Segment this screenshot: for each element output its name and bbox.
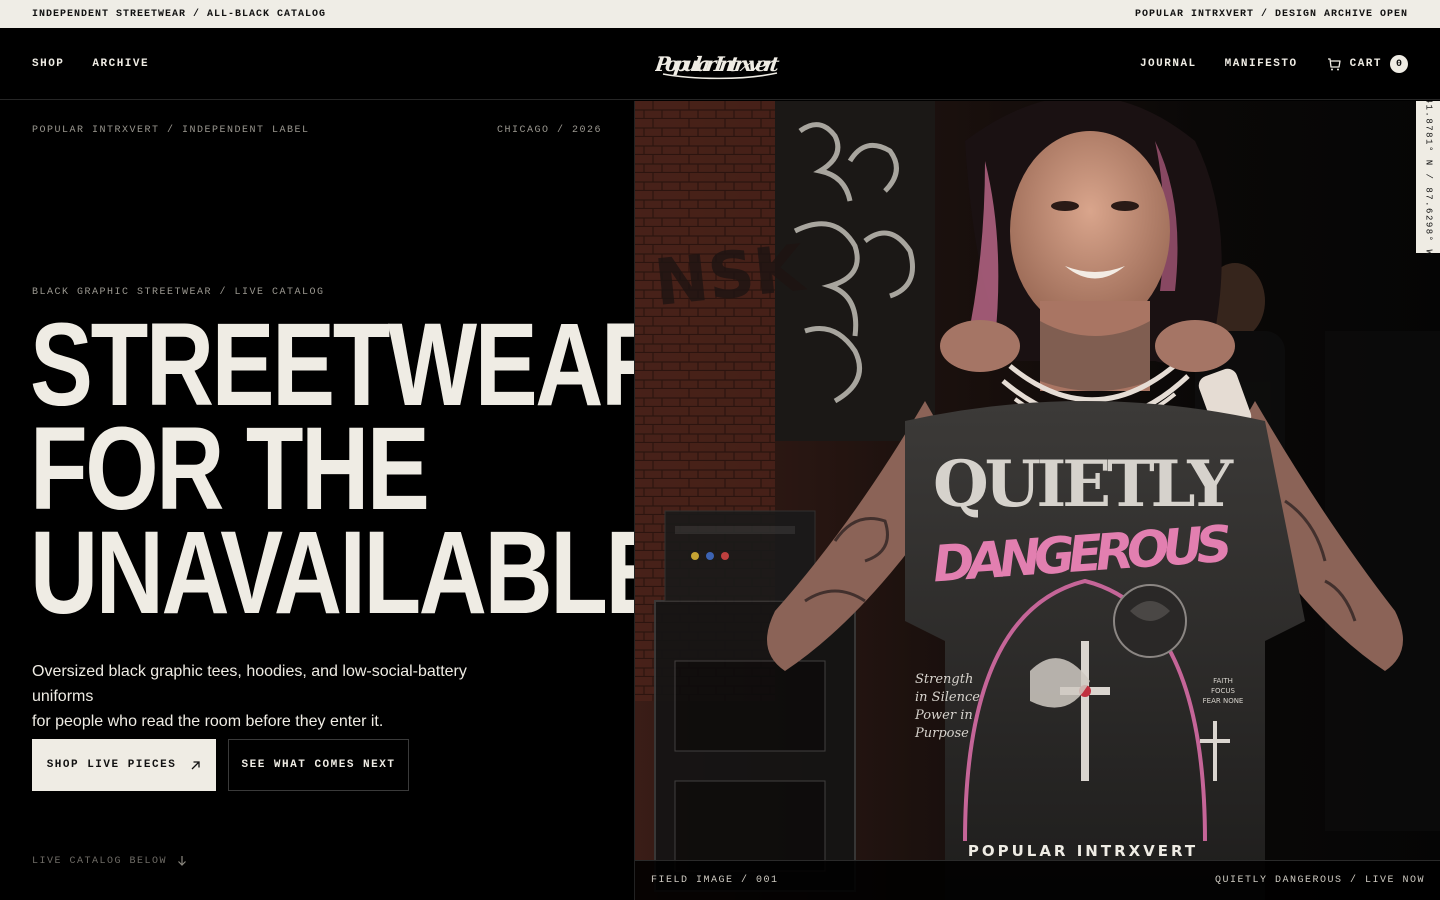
scroll-cue-link[interactable]: LIVE CATALOG BELOW (32, 855, 187, 867)
coordinates-tab: 41.8781° N / 87.6298° W (1416, 101, 1440, 257)
scroll-cue-label: LIVE CATALOG BELOW (32, 855, 168, 867)
caption-left: FIELD IMAGE / 001 (651, 875, 779, 886)
tee-right-line-3: FEAR NONE (1203, 697, 1244, 705)
cart-count-badge: 0 (1390, 55, 1408, 73)
tee-brand-print: POPULAR INTRXVERT (968, 842, 1198, 860)
tee-print-quietly: QUIETLY (933, 447, 1234, 522)
announcement-right: POPULAR INTRXVERT / DESIGN ARCHIVE OPEN (1134, 8, 1408, 20)
hero-meta-location: CHICAGO / 2026 (496, 125, 602, 136)
main-nav: SHOP ARCHIVE Popular Intrxvert JOURNAL M… (0, 28, 1440, 100)
hero-meta-row: POPULAR INTRXVERT / INDEPENDENT LABEL CH… (32, 125, 602, 136)
arrow-up-right-icon (191, 760, 200, 769)
nav-link-manifesto[interactable]: MANIFESTO (1225, 58, 1298, 70)
nav-link-journal[interactable]: JOURNAL (1140, 58, 1197, 70)
hero-subtext: Oversized black graphic tees, hoodies, a… (32, 659, 532, 734)
hero-photo-panel: NSK QUIETLY DANGEROUS Strength in Silenc… (634, 101, 1440, 900)
svg-text:Popular Intrxvert: Popular Intrxvert (655, 52, 782, 76)
hero-eyebrow: BLACK GRAPHIC STREETWEAR / LIVE CATALOG (32, 287, 325, 298)
brand-logo-mark: Popular Intrxvert (655, 52, 782, 80)
hero-headline: STREETWEAR FOR THE UNAVAILABLE. (30, 299, 692, 639)
cart-label: CART (1349, 58, 1382, 70)
tee-right-line-2: FOCUS (1211, 687, 1236, 695)
nav-link-shop[interactable]: SHOP (32, 58, 64, 70)
shop-live-pieces-label: SHOP LIVE PIECES (46, 759, 177, 771)
hero-subtext-line-2: for people who read the room before they… (32, 713, 384, 730)
see-what-comes-next-label: SEE WHAT COMES NEXT (241, 759, 396, 771)
caption-right: QUIETLY DANGEROUS / LIVE NOW (1214, 875, 1425, 886)
cart-button[interactable]: CART 0 (1326, 55, 1408, 73)
cart-icon (1327, 58, 1341, 71)
tee-right-line-1: FAITH (1213, 677, 1233, 685)
headline-line-3: UNAVAILABLE. (30, 507, 692, 639)
coordinates-text: 41.8781° N / 87.6298° W (1423, 101, 1434, 257)
nav-right-group: JOURNAL MANIFESTO CART 0 (1140, 28, 1408, 100)
tee-left-line-1: Strength (915, 672, 973, 687)
hero-meta-label: POPULAR INTRXVERT / INDEPENDENT LABEL (32, 125, 310, 136)
nav-left-group: SHOP ARCHIVE (32, 28, 149, 100)
nav-link-archive[interactable]: ARCHIVE (92, 58, 149, 70)
see-what-comes-next-button[interactable]: SEE WHAT COMES NEXT (228, 739, 409, 791)
shop-live-pieces-button[interactable]: SHOP LIVE PIECES (32, 739, 216, 791)
headline-line-2: FOR THE (30, 403, 430, 535)
brand-logo[interactable]: Popular Intrxvert (620, 28, 820, 100)
tee-left-line-3: Power in (914, 708, 973, 723)
photo-caption-bar: FIELD IMAGE / 001 QUIETLY DANGEROUS / LI… (635, 860, 1440, 900)
arrow-down-icon (178, 856, 186, 866)
tee-left-line-4: Purpose (914, 726, 969, 741)
headline-line-1: STREETWEAR (30, 299, 669, 431)
hero-subtext-line-1: Oversized black graphic tees, hoodies, a… (32, 663, 467, 705)
field-photo: NSK QUIETLY DANGEROUS Strength in Silenc… (635, 101, 1440, 900)
graffiti-tag: NSK (651, 232, 810, 321)
announcement-left: INDEPENDENT STREETWEAR / ALL-BLACK CATAL… (32, 8, 327, 20)
tee-left-line-2: in Silence (915, 690, 980, 705)
hero-text-panel: POPULAR INTRXVERT / INDEPENDENT LABEL CH… (0, 101, 692, 900)
announcement-bar: INDEPENDENT STREETWEAR / ALL-BLACK CATAL… (0, 0, 1440, 28)
